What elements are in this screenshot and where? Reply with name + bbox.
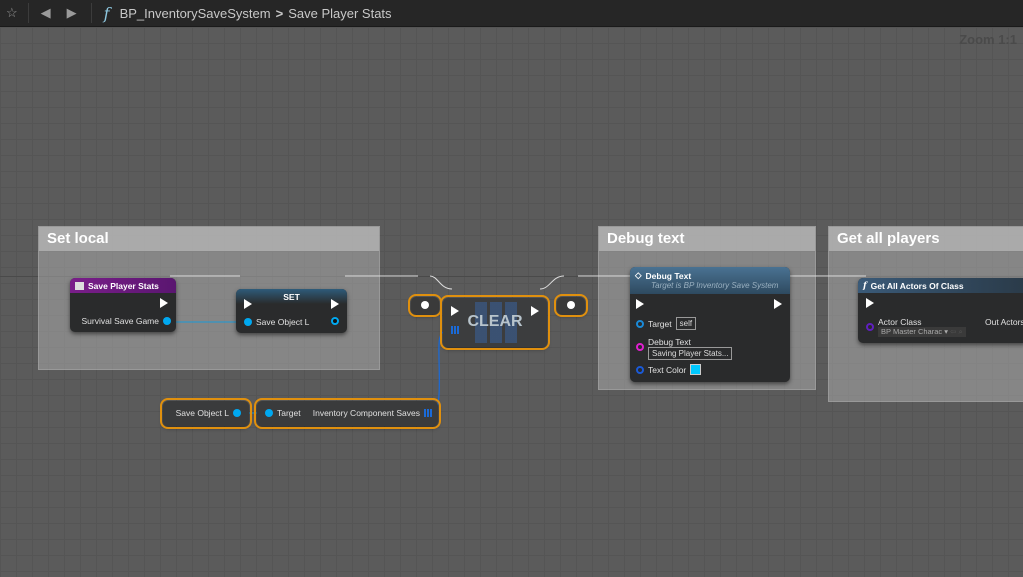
exec-out-pin[interactable] xyxy=(774,299,782,309)
divider xyxy=(90,3,92,23)
node-clear[interactable]: CLEAR xyxy=(440,295,550,350)
function-icon: f xyxy=(863,280,867,291)
pin-label: Target xyxy=(648,318,672,329)
debug-text-input[interactable]: Saving Player Stats... xyxy=(648,347,733,360)
exec-in-pin[interactable] xyxy=(451,306,459,316)
save-object-out-pin[interactable] xyxy=(331,317,339,325)
pin-label: Actor Class xyxy=(878,317,922,327)
node-subtitle: Target is BP Inventory Save System xyxy=(651,281,779,290)
pin-label: Target xyxy=(277,408,301,418)
forward-arrow-icon[interactable]: ▶ xyxy=(67,5,77,21)
pin-label: Survival Save Game xyxy=(81,316,159,326)
node-get-inventory-component-saves[interactable]: Target Inventory Component Saves xyxy=(254,398,441,429)
struct-icon xyxy=(75,281,84,290)
dropdown-value: BP Master Charac xyxy=(881,327,943,336)
divider xyxy=(27,3,29,23)
node-get-save-object[interactable]: Save Object L xyxy=(160,398,252,429)
pin-label: Save Object L xyxy=(256,317,310,327)
back-arrow-icon[interactable]: ◀ xyxy=(41,5,51,21)
toolbar: ☆ ◀ ▶ f BP_InventorySaveSystem > Save Pl… xyxy=(0,0,1023,27)
target-pin[interactable]: Target xyxy=(265,408,301,418)
node-title: Save Player Stats xyxy=(88,280,159,291)
pin-label: Save Object L xyxy=(175,408,229,418)
actor-class-pin[interactable]: Actor Class BP Master Charac ▾ ⇦ ⌕ xyxy=(866,317,966,337)
out-actors-pin[interactable]: Out Actors xyxy=(985,317,1023,327)
pin-label: Out Actors xyxy=(985,317,1023,327)
target-array-pin[interactable] xyxy=(451,326,459,334)
pin-label: Text Color xyxy=(648,364,687,375)
actor-class-dropdown[interactable]: BP Master Charac ▾ ⇦ ⌕ xyxy=(878,327,966,337)
pin-label: Debug Text xyxy=(648,337,691,347)
exec-out-pin[interactable] xyxy=(160,298,168,308)
exec-out-pin[interactable] xyxy=(331,299,339,309)
color-swatch[interactable] xyxy=(690,364,702,375)
reroute-node[interactable] xyxy=(408,294,442,317)
breadcrumb-blueprint[interactable]: BP_InventorySaveSystem xyxy=(120,6,271,21)
save-object-pin[interactable]: Save Object L xyxy=(244,317,309,327)
star-icon[interactable]: ☆ xyxy=(6,5,18,21)
node-set[interactable]: SET Save Object L xyxy=(236,289,347,333)
debug-text-pin[interactable]: Debug Text Saving Player Stats... xyxy=(636,337,733,360)
exec-in-pin[interactable] xyxy=(866,298,874,308)
graph-canvas[interactable]: Zoom 1:1 Set local Debug text Get all pl… xyxy=(0,27,1023,577)
text-color-pin[interactable]: Text Color xyxy=(636,364,702,375)
save-object-out-pin[interactable]: Save Object L xyxy=(176,408,241,418)
target-value[interactable]: self xyxy=(675,317,697,330)
node-get-all-actors-of-class[interactable]: f Get All Actors Of Class Actor Class BP M… xyxy=(858,278,1023,343)
inventory-component-saves-pin[interactable]: Inventory Component Saves xyxy=(313,408,432,418)
browse-search-icon[interactable]: ⌕ xyxy=(958,327,962,336)
breadcrumb-separator: > xyxy=(275,5,284,21)
target-pin[interactable]: Target self xyxy=(636,317,697,330)
node-debug-text[interactable]: ◇ Debug Text Target is BP Inventory Save … xyxy=(630,267,790,382)
reroute-node[interactable] xyxy=(554,294,588,317)
node-title: Get All Actors Of Class xyxy=(870,280,964,291)
function-icon: f xyxy=(103,3,110,23)
survival-save-game-pin[interactable]: Survival Save Game xyxy=(82,316,171,326)
pin-label: Inventory Component Saves xyxy=(312,408,420,418)
diamond-icon: ◇ xyxy=(635,270,642,280)
node-title: Debug Text xyxy=(645,270,692,281)
exec-out-pin[interactable] xyxy=(531,306,539,316)
exec-in-pin[interactable] xyxy=(244,299,252,309)
use-selected-arrow-icon[interactable]: ⇦ xyxy=(950,327,956,336)
node-save-player-stats[interactable]: Save Player Stats Survival Save Game xyxy=(70,278,176,332)
breadcrumb-function[interactable]: Save Player Stats xyxy=(288,6,391,21)
exec-in-pin[interactable] xyxy=(636,299,644,309)
